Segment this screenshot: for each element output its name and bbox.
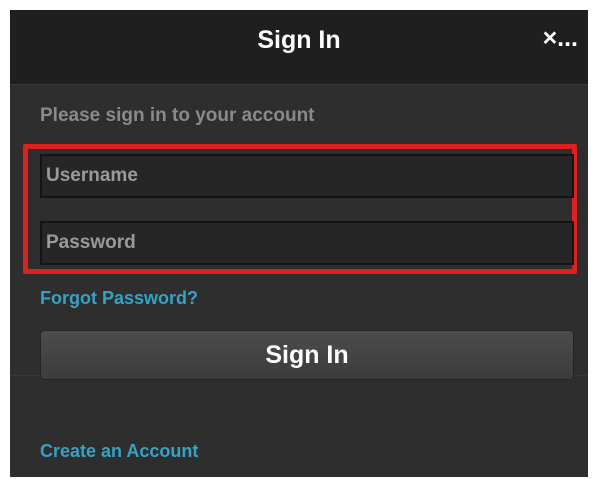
- create-account-link[interactable]: Create an Account: [40, 441, 198, 462]
- forgot-password-link[interactable]: Forgot Password?: [40, 288, 198, 309]
- sign-in-prompt: Please sign in to your account: [40, 105, 315, 126]
- sign-in-dialog: Sign In ×... Please sign in to your acco…: [10, 10, 588, 477]
- title-bar: Sign In ×...: [10, 10, 588, 85]
- close-button[interactable]: ×...: [543, 10, 578, 70]
- sign-in-button[interactable]: Sign In: [40, 330, 574, 380]
- dialog-title: Sign In: [257, 26, 341, 54]
- password-input[interactable]: [40, 221, 574, 265]
- username-input[interactable]: [40, 154, 574, 198]
